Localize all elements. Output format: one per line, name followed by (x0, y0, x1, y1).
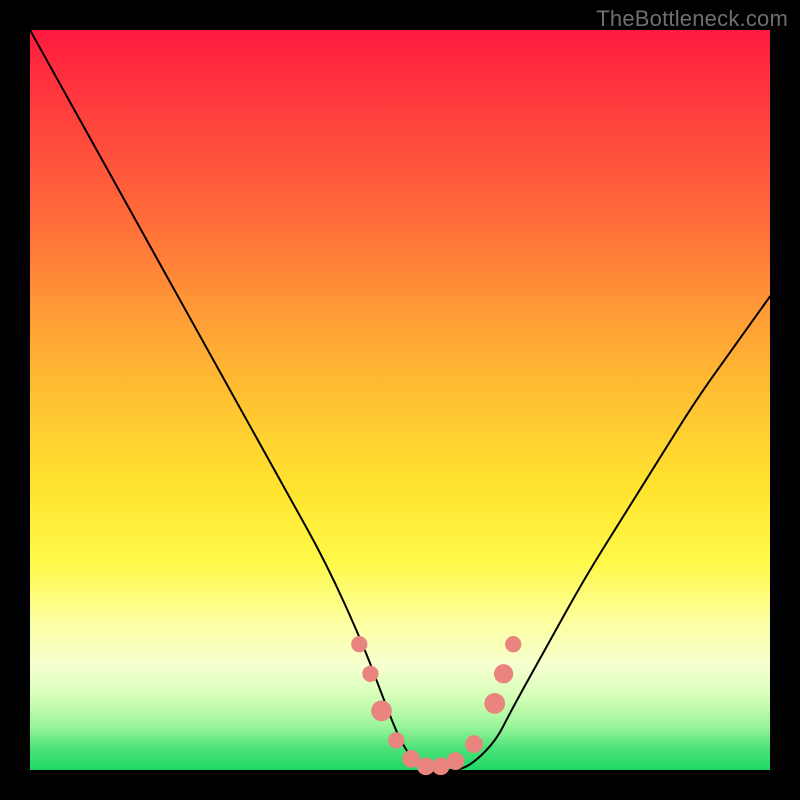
curve-marker (484, 693, 505, 714)
chart-frame: TheBottleneck.com (0, 0, 800, 800)
curve-markers (351, 636, 521, 775)
curve-marker (362, 666, 378, 682)
curve-marker (494, 664, 513, 683)
plot-area (30, 30, 770, 770)
bottleneck-curve (30, 30, 770, 770)
watermark-text: TheBottleneck.com (596, 6, 788, 32)
curve-marker (351, 636, 367, 652)
curve-marker (505, 636, 521, 652)
curve-marker (388, 732, 404, 748)
curve-marker (465, 735, 483, 753)
curve-marker (371, 700, 392, 721)
curve-marker (447, 752, 465, 770)
bottleneck-curve-svg (30, 30, 770, 770)
